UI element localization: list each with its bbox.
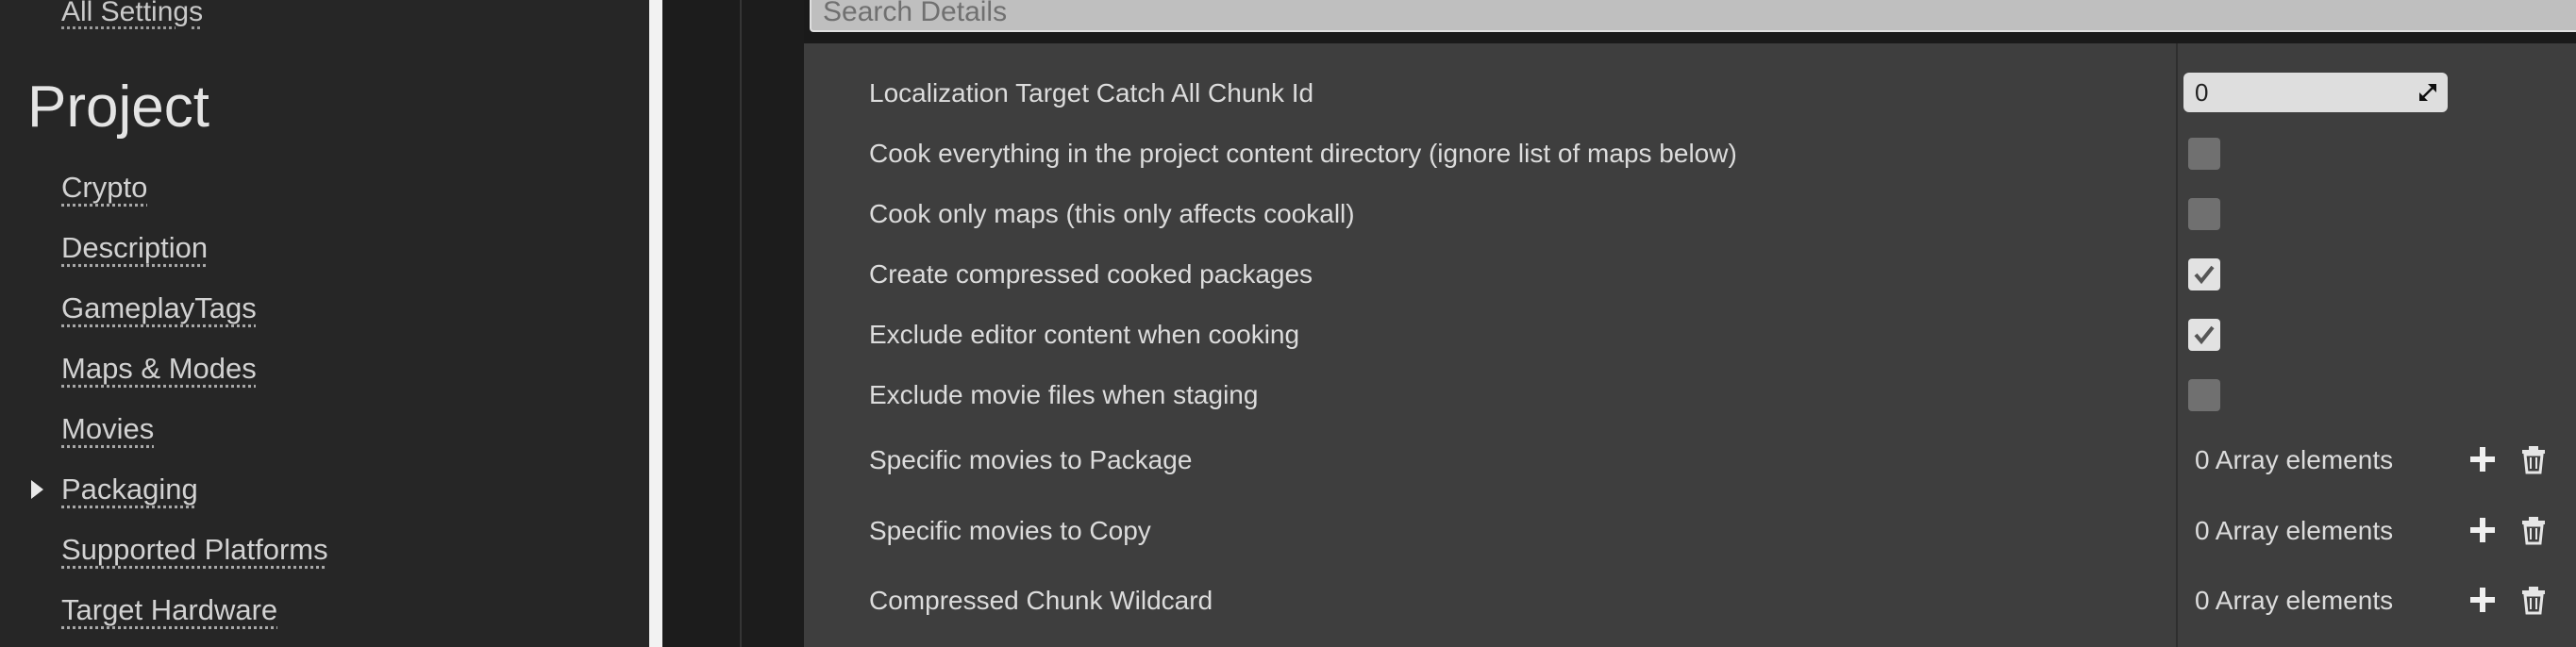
settings-sidebar: All Settings Project Crypto Description … [0,0,649,647]
sidebar-item-supported-platforms[interactable]: Supported Platforms [61,531,328,569]
triangle-right-icon [31,480,43,499]
spin-arrows-icon[interactable] [2417,82,2438,103]
trash-icon[interactable] [2519,585,2548,615]
array-count: 0 Array elements [2195,516,2394,545]
checkmark-icon [2194,325,2215,345]
plus-icon[interactable] [2468,444,2497,474]
sidebar-item-description[interactable]: Description [61,229,208,267]
exclude-editor-content-checkbox[interactable] [2188,319,2220,351]
array-count: 0 Array elements [2195,586,2394,615]
panel-divider [649,0,662,647]
details-panel: Localization Target Catch All Chunk Id 0… [804,43,2576,647]
property-label: Specific movies to Copy [869,516,1151,545]
trash-icon[interactable] [2519,515,2548,545]
property-label: Compressed Chunk Wildcard [869,586,1213,615]
sidebar-item-packaging[interactable]: Packaging [61,471,198,508]
search-details-field [810,0,2576,32]
array-count: 0 Array elements [2195,445,2394,474]
sidebar-item-movies[interactable]: Movies [61,410,154,448]
sidebar-item-maps-modes[interactable]: Maps & Modes [61,350,257,388]
property-label: Localization Target Catch All Chunk Id [869,78,1314,108]
plus-icon[interactable] [2468,515,2497,545]
chunk-id-value: 0 [2195,78,2209,107]
property-label: Exclude editor content when cooking [869,320,1300,349]
property-label: Exclude movie files when staging [869,380,1259,409]
checkmark-icon [2194,265,2215,285]
exclude-movie-files-checkbox[interactable] [2188,379,2220,411]
details-gutter [662,0,804,647]
gutter-line [740,0,742,647]
sidebar-item-target-hardware[interactable]: Target Hardware [61,591,277,629]
property-label: Specific movies to Package [869,445,1193,474]
search-input[interactable] [811,0,2576,30]
cook-everything-checkbox[interactable] [2188,138,2220,170]
compressed-packages-checkbox[interactable] [2188,258,2220,290]
sidebar-item-crypto[interactable]: Crypto [61,169,147,207]
plus-icon[interactable] [2468,585,2497,615]
property-label: Create compressed cooked packages [869,259,1313,289]
trash-icon[interactable] [2519,444,2548,474]
sidebar-item-gameplaytags[interactable]: GameplayTags [61,290,257,327]
cook-only-maps-checkbox[interactable] [2188,198,2220,230]
chunk-id-input[interactable]: 0 [2183,73,2448,112]
all-settings-link[interactable]: All Settings [61,0,203,26]
section-title-project: Project [27,75,209,140]
property-label: Cook everything in the project content d… [869,139,1737,168]
property-label: Cook only maps (this only affects cookal… [869,199,1355,228]
column-separator[interactable] [2176,43,2178,647]
